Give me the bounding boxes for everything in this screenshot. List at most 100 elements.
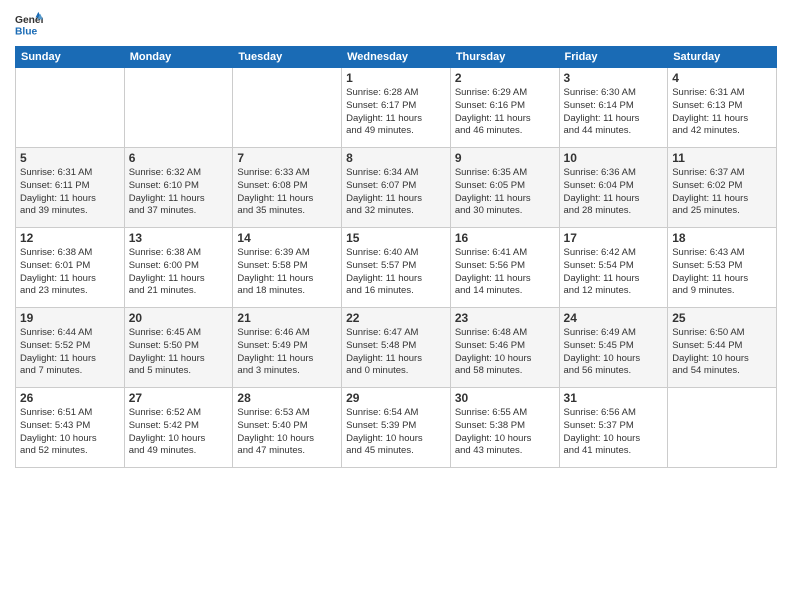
page-header: General Blue bbox=[15, 10, 777, 38]
day-info: Sunrise: 6:35 AM Sunset: 6:05 PM Dayligh… bbox=[455, 167, 555, 218]
day-number: 5 bbox=[20, 151, 120, 165]
day-info: Sunrise: 6:36 AM Sunset: 6:04 PM Dayligh… bbox=[564, 167, 664, 218]
day-cell: 12 Sunrise: 6:38 AM Sunset: 6:01 PM Dayli… bbox=[16, 228, 125, 308]
day-cell: 25 Sunrise: 6:50 AM Sunset: 5:44 PM Dayli… bbox=[668, 308, 777, 388]
day-info: Sunrise: 6:33 AM Sunset: 6:08 PM Dayligh… bbox=[237, 167, 337, 218]
day-info: Sunrise: 6:47 AM Sunset: 5:48 PM Dayligh… bbox=[346, 327, 446, 378]
day-info: Sunrise: 6:44 AM Sunset: 5:52 PM Dayligh… bbox=[20, 327, 120, 378]
day-number: 20 bbox=[129, 311, 229, 325]
day-number: 12 bbox=[20, 231, 120, 245]
day-cell: 5Sunrise: 6:31 AM Sunset: 6:11 PM Daylig… bbox=[16, 148, 125, 228]
day-info: Sunrise: 6:39 AM Sunset: 5:58 PM Dayligh… bbox=[237, 247, 337, 298]
day-info: Sunrise: 6:41 AM Sunset: 5:56 PM Dayligh… bbox=[455, 247, 555, 298]
day-info: Sunrise: 6:38 AM Sunset: 6:01 PM Dayligh… bbox=[20, 247, 120, 298]
day-number: 14 bbox=[237, 231, 337, 245]
day-info: Sunrise: 6:29 AM Sunset: 6:16 PM Dayligh… bbox=[455, 87, 555, 138]
logo: General Blue bbox=[15, 10, 47, 38]
day-info: Sunrise: 6:40 AM Sunset: 5:57 PM Dayligh… bbox=[346, 247, 446, 298]
day-number: 27 bbox=[129, 391, 229, 405]
day-info: Sunrise: 6:30 AM Sunset: 6:14 PM Dayligh… bbox=[564, 87, 664, 138]
day-info: Sunrise: 6:51 AM Sunset: 5:43 PM Dayligh… bbox=[20, 407, 120, 458]
day-cell: 4Sunrise: 6:31 AM Sunset: 6:13 PM Daylig… bbox=[668, 68, 777, 148]
day-cell bbox=[16, 68, 125, 148]
day-cell: 22 Sunrise: 6:47 AM Sunset: 5:48 PM Dayli… bbox=[342, 308, 451, 388]
day-number: 19 bbox=[20, 311, 120, 325]
day-number: 21 bbox=[237, 311, 337, 325]
day-info: Sunrise: 6:34 AM Sunset: 6:07 PM Dayligh… bbox=[346, 167, 446, 218]
day-cell bbox=[668, 388, 777, 468]
day-cell: 14 Sunrise: 6:39 AM Sunset: 5:58 PM Dayli… bbox=[233, 228, 342, 308]
day-cell: 10 Sunrise: 6:36 AM Sunset: 6:04 PM Dayli… bbox=[559, 148, 668, 228]
day-number: 2 bbox=[455, 71, 555, 85]
day-cell: 28Sunrise: 6:53 AM Sunset: 5:40 PM Dayli… bbox=[233, 388, 342, 468]
day-info: Sunrise: 6:42 AM Sunset: 5:54 PM Dayligh… bbox=[564, 247, 664, 298]
day-cell: 26Sunrise: 6:51 AM Sunset: 5:43 PM Dayli… bbox=[16, 388, 125, 468]
day-number: 10 bbox=[564, 151, 664, 165]
day-cell: 7Sunrise: 6:33 AM Sunset: 6:08 PM Daylig… bbox=[233, 148, 342, 228]
day-number: 23 bbox=[455, 311, 555, 325]
day-cell: 17 Sunrise: 6:42 AM Sunset: 5:54 PM Dayli… bbox=[559, 228, 668, 308]
day-cell: 16 Sunrise: 6:41 AM Sunset: 5:56 PM Dayli… bbox=[450, 228, 559, 308]
day-cell: 3 Sunrise: 6:30 AM Sunset: 6:14 PM Daylig… bbox=[559, 68, 668, 148]
weekday-header-friday: Friday bbox=[559, 47, 668, 68]
weekday-header-monday: Monday bbox=[124, 47, 233, 68]
day-cell: 2 Sunrise: 6:29 AM Sunset: 6:16 PM Daylig… bbox=[450, 68, 559, 148]
day-cell: 6Sunrise: 6:32 AM Sunset: 6:10 PM Daylig… bbox=[124, 148, 233, 228]
day-number: 22 bbox=[346, 311, 446, 325]
week-row-2: 12 Sunrise: 6:38 AM Sunset: 6:01 PM Dayli… bbox=[16, 228, 777, 308]
day-number: 3 bbox=[564, 71, 664, 85]
day-info: Sunrise: 6:52 AM Sunset: 5:42 PM Dayligh… bbox=[129, 407, 229, 458]
day-cell: 23 Sunrise: 6:48 AM Sunset: 5:46 PM Dayli… bbox=[450, 308, 559, 388]
day-info: Sunrise: 6:38 AM Sunset: 6:00 PM Dayligh… bbox=[129, 247, 229, 298]
weekday-header-row: SundayMondayTuesdayWednesdayThursdayFrid… bbox=[16, 47, 777, 68]
day-info: Sunrise: 6:37 AM Sunset: 6:02 PM Dayligh… bbox=[672, 167, 772, 218]
day-info: Sunrise: 6:53 AM Sunset: 5:40 PM Dayligh… bbox=[237, 407, 337, 458]
weekday-header-saturday: Saturday bbox=[668, 47, 777, 68]
day-number: 13 bbox=[129, 231, 229, 245]
day-number: 9 bbox=[455, 151, 555, 165]
day-number: 4 bbox=[672, 71, 772, 85]
day-number: 1 bbox=[346, 71, 446, 85]
day-info: Sunrise: 6:55 AM Sunset: 5:38 PM Dayligh… bbox=[455, 407, 555, 458]
day-info: Sunrise: 6:54 AM Sunset: 5:39 PM Dayligh… bbox=[346, 407, 446, 458]
day-number: 18 bbox=[672, 231, 772, 245]
day-info: Sunrise: 6:28 AM Sunset: 6:17 PM Dayligh… bbox=[346, 87, 446, 138]
week-row-0: 1 Sunrise: 6:28 AM Sunset: 6:17 PM Daylig… bbox=[16, 68, 777, 148]
day-number: 17 bbox=[564, 231, 664, 245]
day-cell: 9 Sunrise: 6:35 AM Sunset: 6:05 PM Daylig… bbox=[450, 148, 559, 228]
day-cell: 30 Sunrise: 6:55 AM Sunset: 5:38 PM Dayli… bbox=[450, 388, 559, 468]
day-number: 16 bbox=[455, 231, 555, 245]
logo-icon: General Blue bbox=[15, 10, 43, 38]
weekday-header-wednesday: Wednesday bbox=[342, 47, 451, 68]
day-number: 15 bbox=[346, 231, 446, 245]
day-cell bbox=[124, 68, 233, 148]
day-info: Sunrise: 6:43 AM Sunset: 5:53 PM Dayligh… bbox=[672, 247, 772, 298]
week-row-3: 19 Sunrise: 6:44 AM Sunset: 5:52 PM Dayli… bbox=[16, 308, 777, 388]
day-info: Sunrise: 6:49 AM Sunset: 5:45 PM Dayligh… bbox=[564, 327, 664, 378]
day-cell: 29Sunrise: 6:54 AM Sunset: 5:39 PM Dayli… bbox=[342, 388, 451, 468]
weekday-header-tuesday: Tuesday bbox=[233, 47, 342, 68]
day-number: 11 bbox=[672, 151, 772, 165]
page-container: General Blue SundayMondayTuesdayWednesda… bbox=[0, 0, 792, 612]
day-number: 25 bbox=[672, 311, 772, 325]
day-info: Sunrise: 6:46 AM Sunset: 5:49 PM Dayligh… bbox=[237, 327, 337, 378]
day-cell: 20Sunrise: 6:45 AM Sunset: 5:50 PM Dayli… bbox=[124, 308, 233, 388]
day-cell: 18 Sunrise: 6:43 AM Sunset: 5:53 PM Dayli… bbox=[668, 228, 777, 308]
day-cell: 1 Sunrise: 6:28 AM Sunset: 6:17 PM Daylig… bbox=[342, 68, 451, 148]
calendar-table: SundayMondayTuesdayWednesdayThursdayFrid… bbox=[15, 46, 777, 468]
svg-text:Blue: Blue bbox=[15, 26, 38, 37]
day-info: Sunrise: 6:48 AM Sunset: 5:46 PM Dayligh… bbox=[455, 327, 555, 378]
day-cell: 21 Sunrise: 6:46 AM Sunset: 5:49 PM Dayli… bbox=[233, 308, 342, 388]
day-cell: 27 Sunrise: 6:52 AM Sunset: 5:42 PM Dayli… bbox=[124, 388, 233, 468]
week-row-1: 5Sunrise: 6:31 AM Sunset: 6:11 PM Daylig… bbox=[16, 148, 777, 228]
day-cell: 11 Sunrise: 6:37 AM Sunset: 6:02 PM Dayli… bbox=[668, 148, 777, 228]
day-info: Sunrise: 6:56 AM Sunset: 5:37 PM Dayligh… bbox=[564, 407, 664, 458]
day-cell: 15 Sunrise: 6:40 AM Sunset: 5:57 PM Dayli… bbox=[342, 228, 451, 308]
day-number: 8 bbox=[346, 151, 446, 165]
day-number: 30 bbox=[455, 391, 555, 405]
day-cell: 19 Sunrise: 6:44 AM Sunset: 5:52 PM Dayli… bbox=[16, 308, 125, 388]
day-number: 6 bbox=[129, 151, 229, 165]
day-cell: 24Sunrise: 6:49 AM Sunset: 5:45 PM Dayli… bbox=[559, 308, 668, 388]
day-info: Sunrise: 6:50 AM Sunset: 5:44 PM Dayligh… bbox=[672, 327, 772, 378]
day-cell bbox=[233, 68, 342, 148]
